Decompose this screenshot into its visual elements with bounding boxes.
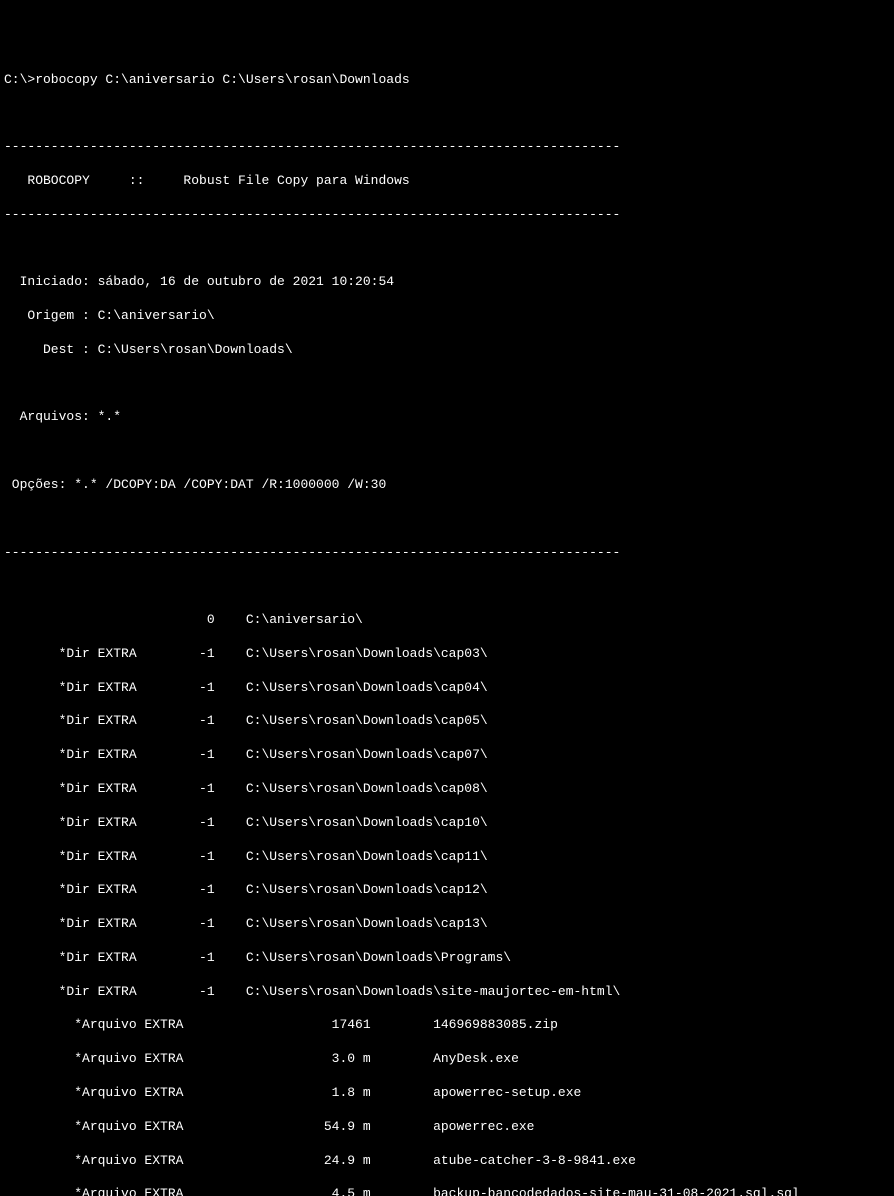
output-row: *Dir EXTRA -1 C:\Users\rosan\Downloads\c… xyxy=(4,815,894,832)
blank-line xyxy=(4,578,894,595)
header-source: Origem : C:\aniversario\ xyxy=(4,308,894,325)
output-row: *Dir EXTRA -1 C:\Users\rosan\Downloads\c… xyxy=(4,882,894,899)
output-row: *Dir EXTRA -1 C:\Users\rosan\Downloads\c… xyxy=(4,781,894,798)
output-row: *Dir EXTRA -1 C:\Users\rosan\Downloads\P… xyxy=(4,950,894,967)
output-row: 0 C:\aniversario\ xyxy=(4,612,894,629)
separator: ----------------------------------------… xyxy=(4,139,894,156)
header-dest: Dest : C:\Users\rosan\Downloads\ xyxy=(4,342,894,359)
output-row: *Dir EXTRA -1 C:\Users\rosan\Downloads\c… xyxy=(4,747,894,764)
separator: ----------------------------------------… xyxy=(4,207,894,224)
command-prompt: C:\>robocopy C:\aniversario C:\Users\ros… xyxy=(4,72,894,89)
output-row: *Arquivo EXTRA 4.5 m backup-bancodedados… xyxy=(4,1186,894,1196)
blank-line xyxy=(4,511,894,528)
output-row: *Dir EXTRA -1 C:\Users\rosan\Downloads\c… xyxy=(4,713,894,730)
output-row: *Arquivo EXTRA 54.9 m apowerrec.exe xyxy=(4,1119,894,1136)
header-files: Arquivos: *.* xyxy=(4,409,894,426)
blank-line xyxy=(4,443,894,460)
output-row: *Dir EXTRA -1 C:\Users\rosan\Downloads\c… xyxy=(4,849,894,866)
blank-line xyxy=(4,376,894,393)
output-row: *Arquivo EXTRA 17461 146969883085.zip xyxy=(4,1017,894,1034)
output-row: *Arquivo EXTRA 1.8 m apowerrec-setup.exe xyxy=(4,1085,894,1102)
output-row: *Dir EXTRA -1 C:\Users\rosan\Downloads\c… xyxy=(4,646,894,663)
output-row: *Arquivo EXTRA 24.9 m atube-catcher-3-8-… xyxy=(4,1153,894,1170)
blank-line xyxy=(4,240,894,257)
output-row: *Dir EXTRA -1 C:\Users\rosan\Downloads\s… xyxy=(4,984,894,1001)
output-row: *Arquivo EXTRA 3.0 m AnyDesk.exe xyxy=(4,1051,894,1068)
blank-line xyxy=(4,105,894,122)
output-row: *Dir EXTRA -1 C:\Users\rosan\Downloads\c… xyxy=(4,916,894,933)
header-options: Opções: *.* /DCOPY:DA /COPY:DAT /R:10000… xyxy=(4,477,894,494)
output-row: *Dir EXTRA -1 C:\Users\rosan\Downloads\c… xyxy=(4,680,894,697)
banner: ROBOCOPY :: Robust File Copy para Window… xyxy=(4,173,894,190)
separator: ----------------------------------------… xyxy=(4,545,894,562)
header-started: Iniciado: sábado, 16 de outubro de 2021 … xyxy=(4,274,894,291)
